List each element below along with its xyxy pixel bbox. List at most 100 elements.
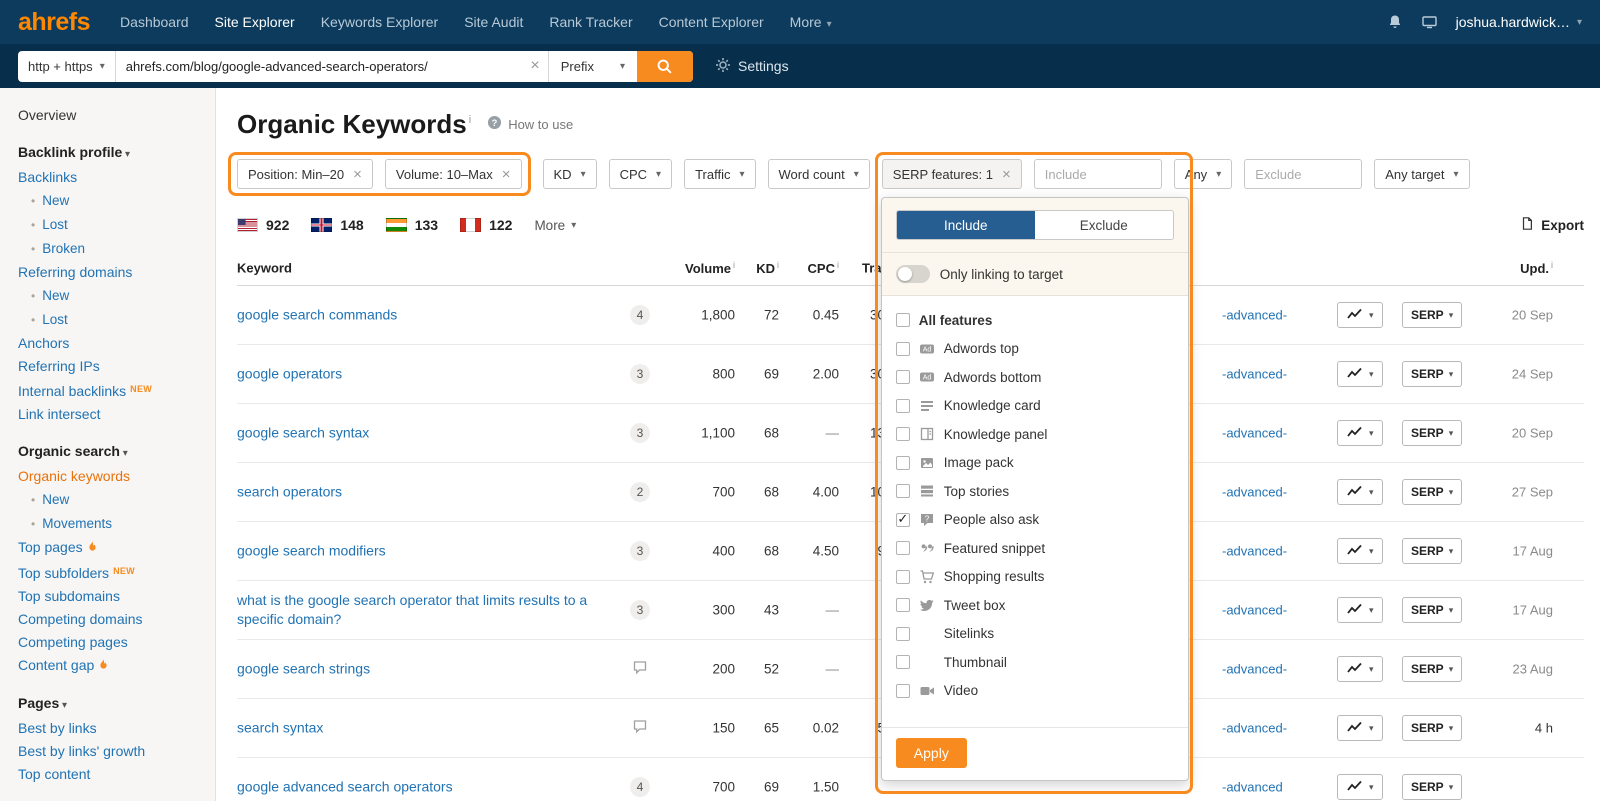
checkbox-checked[interactable] <box>895 512 910 527</box>
position-history-chart-button[interactable]: ▾ <box>1337 420 1383 446</box>
serp-dropdown-button[interactable]: SERP ▾ <box>1402 715 1463 741</box>
sidebar-item-link-intersect[interactable]: Link intersect <box>18 403 215 426</box>
sidebar-item-top-content[interactable]: Top content <box>18 763 215 786</box>
checkbox[interactable] <box>895 598 910 613</box>
traffic-filter-dropdown[interactable]: Traffic ▾ <box>684 159 756 189</box>
feature-row-top-stories[interactable]: Top stories <box>895 477 1174 506</box>
only-linking-toggle[interactable] <box>895 265 930 283</box>
sidebar-item-competing-domains[interactable]: Competing domains <box>18 608 215 631</box>
ranking-url-link[interactable]: -advanced- <box>1222 308 1332 323</box>
country-tab-in[interactable]: 133 <box>385 217 438 233</box>
sidebar-item-overview[interactable]: Overview <box>18 104 215 127</box>
feature-row-knowledge-panel[interactable]: Knowledge panel <box>895 420 1174 449</box>
nav-item-dashboard[interactable]: Dashboard <box>120 14 189 30</box>
feature-row-all-features[interactable]: All features <box>895 306 1174 335</box>
sidebar-subitem-broken[interactable]: • Broken <box>18 237 215 261</box>
sidebar-subitem-new[interactable]: • New <box>18 284 215 308</box>
checkbox[interactable] <box>895 569 910 584</box>
ranking-url-link[interactable]: -advanced <box>1222 780 1332 795</box>
ranking-url-link[interactable]: -advanced- <box>1222 662 1332 677</box>
checkbox[interactable] <box>895 313 910 328</box>
keyword-link[interactable]: google search modifiers <box>237 542 629 561</box>
more-countries-button[interactable]: More ▾ <box>534 218 576 233</box>
feature-row-image-pack[interactable]: Image pack <box>895 449 1174 478</box>
remove-filter-icon[interactable]: × <box>1002 167 1011 182</box>
ranking-url-link[interactable]: -advanced- <box>1222 544 1332 559</box>
target-url-input[interactable] <box>115 50 548 82</box>
keyword-link[interactable]: search syntax <box>237 719 629 738</box>
checkbox[interactable] <box>895 370 910 385</box>
position-history-chart-button[interactable]: ▾ <box>1337 597 1383 623</box>
feature-row-featured-snippet[interactable]: Featured snippet <box>895 534 1174 563</box>
ranking-url-link[interactable]: -advanced- <box>1222 721 1332 736</box>
sidebar-subitem-lost[interactable]: • Lost <box>18 308 215 332</box>
include-any-select[interactable]: Any ▾ <box>1173 159 1233 189</box>
keyword-link[interactable]: google search syntax <box>237 424 629 443</box>
nav-item-site-explorer[interactable]: Site Explorer <box>215 14 295 30</box>
sidebar-item-referring-ips[interactable]: Referring IPs <box>18 355 215 378</box>
ranking-url-link[interactable]: -advanced- <box>1222 603 1332 618</box>
feature-row-shopping-results[interactable]: Shopping results <box>895 563 1174 592</box>
search-button[interactable] <box>636 50 693 82</box>
sidebar-item-competing-pages[interactable]: Competing pages <box>18 631 215 654</box>
checkbox[interactable] <box>895 484 910 499</box>
keyword-link[interactable]: google search commands <box>237 306 629 325</box>
checkbox[interactable] <box>895 541 910 556</box>
serp-features-filter-chip[interactable]: SERP features: 1 × <box>881 159 1022 189</box>
position-history-chart-button[interactable]: ▾ <box>1337 774 1383 800</box>
sidebar-item-top-subdomains[interactable]: Top subdomains <box>18 585 215 608</box>
checkbox[interactable] <box>895 398 910 413</box>
sidebar-subitem-lost[interactable]: • Lost <box>18 213 215 237</box>
keyword-link[interactable]: google search strings <box>237 660 629 679</box>
sidebar-item-best-by-links-growth[interactable]: Best by links' growth <box>18 740 215 763</box>
serp-dropdown-button[interactable]: SERP ▾ <box>1402 538 1463 564</box>
nav-item-site-audit[interactable]: Site Audit <box>464 14 523 30</box>
serp-dropdown-button[interactable]: SERP ▾ <box>1402 302 1463 328</box>
exclude-tab[interactable]: Exclude <box>1035 211 1173 239</box>
country-tab-ca[interactable]: 122 <box>460 217 512 233</box>
include-tab[interactable]: Include <box>896 211 1035 239</box>
sidebar-item-referring-domains[interactable]: Referring domains <box>18 261 215 284</box>
feature-row-sitelinks[interactable]: Sitelinks <box>895 620 1174 649</box>
sidebar-item-backlinks[interactable]: Backlinks <box>18 166 215 189</box>
sidebar-section-backlink-profile[interactable]: Backlink profile ▾ <box>18 141 215 166</box>
how-to-use-link[interactable]: ? How to use <box>487 115 573 133</box>
ahrefs-logo[interactable]: ahrefs <box>18 8 91 37</box>
sidebar-item-content-gap[interactable]: Content gap <box>18 654 215 678</box>
feature-row-thumbnail[interactable]: Thumbnail <box>895 648 1174 677</box>
sidebar-section-pages[interactable]: Pages ▾ <box>18 692 215 717</box>
position-history-chart-button[interactable]: ▾ <box>1337 715 1383 741</box>
protocol-select[interactable]: http + https ▾ <box>18 50 116 82</box>
exclude-keywords-input[interactable] <box>1244 159 1363 189</box>
country-tab-gb[interactable]: 148 <box>311 217 364 233</box>
checkbox[interactable] <box>895 427 910 442</box>
include-keywords-input[interactable] <box>1033 159 1162 189</box>
sidebar-item-internal-backlinks[interactable]: Internal backlinks NEW <box>18 378 215 403</box>
feature-row-knowledge-card[interactable]: Knowledge card <box>895 392 1174 421</box>
apply-button[interactable]: Apply <box>895 738 967 768</box>
position-history-chart-button[interactable]: ▾ <box>1337 479 1383 505</box>
serp-dropdown-button[interactable]: SERP ▾ <box>1402 774 1463 800</box>
checkbox[interactable] <box>895 455 910 470</box>
ranking-url-link[interactable]: -advanced- <box>1222 367 1332 382</box>
sidebar-item-top-pages[interactable]: Top pages <box>18 536 215 560</box>
clear-input-icon[interactable]: × <box>530 58 539 74</box>
ranking-url-link[interactable]: -advanced- <box>1222 426 1332 441</box>
keyword-link[interactable]: google operators <box>237 365 629 384</box>
nav-item-rank-tracker[interactable]: Rank Tracker <box>549 14 632 30</box>
notifications-bell-icon[interactable] <box>1387 14 1403 30</box>
serp-dropdown-button[interactable]: SERP ▾ <box>1402 479 1463 505</box>
serp-dropdown-button[interactable]: SERP ▾ <box>1402 420 1463 446</box>
volume-filter-chip[interactable]: Volume: 10–Max × <box>384 159 522 189</box>
sidebar-item-organic-keywords[interactable]: Organic keywords <box>18 465 215 488</box>
sidebar-section-organic-search[interactable]: Organic search ▾ <box>18 440 215 465</box>
feature-row-people-also-ask[interactable]: ? People also ask <box>895 506 1174 535</box>
position-history-chart-button[interactable]: ▾ <box>1337 361 1383 387</box>
serp-dropdown-button[interactable]: SERP ▾ <box>1402 597 1463 623</box>
keyword-link[interactable]: search operators <box>237 483 629 502</box>
position-history-chart-button[interactable]: ▾ <box>1337 538 1383 564</box>
remove-filter-icon[interactable]: × <box>502 167 511 182</box>
position-history-chart-button[interactable]: ▾ <box>1337 302 1383 328</box>
mode-select[interactable]: Prefix ▾ <box>547 50 637 82</box>
user-menu[interactable]: joshua.hardwick… ▾ <box>1456 14 1582 30</box>
